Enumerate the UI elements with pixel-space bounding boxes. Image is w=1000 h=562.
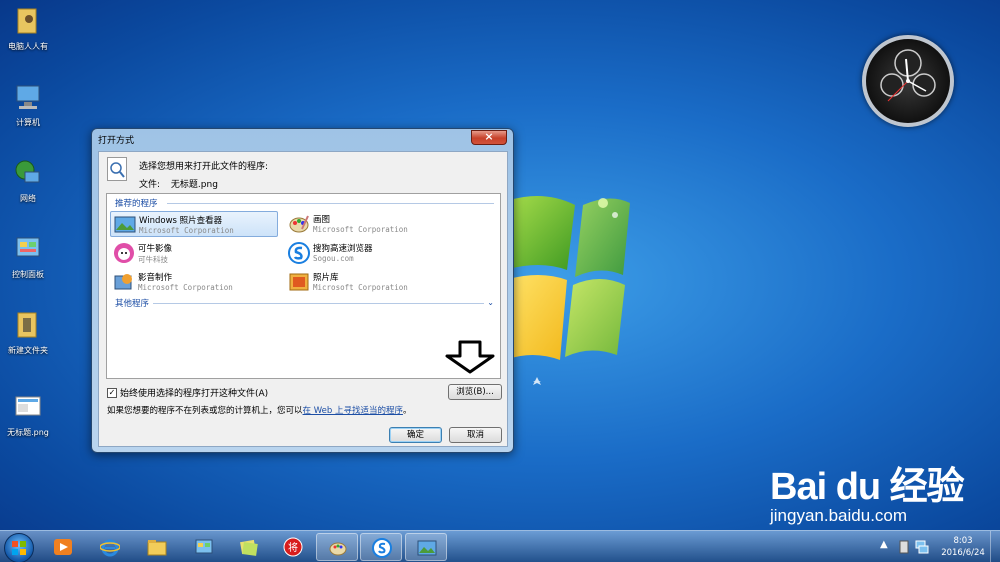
taskbar-paint[interactable] [316, 533, 358, 561]
taskbar-photo-viewer[interactable] [405, 533, 447, 561]
keniu-icon [114, 243, 134, 263]
clock-face-icon [880, 49, 936, 102]
program-photo-gallery[interactable]: 照片库 Microsoft Corporation [285, 269, 453, 295]
desktop-icon-computer[interactable]: 计算机 [2, 82, 54, 128]
file-name-row: 文件: 无标题.png [139, 177, 218, 190]
file-name: 无标题.png [170, 180, 218, 190]
windows-flag-icon [12, 541, 26, 555]
sogou-icon [288, 242, 310, 264]
folder-icon [147, 540, 167, 556]
folder-icon [17, 312, 37, 338]
chevron-down-icon[interactable]: ⌄ [487, 298, 494, 307]
desktop-icon-new-folder[interactable]: 新建文件夹 [2, 310, 54, 356]
taskbar-sogou-browser[interactable] [360, 533, 402, 561]
start-button[interactable] [4, 533, 34, 562]
taskbar-internet-explorer[interactable] [89, 533, 131, 561]
cancel-button[interactable]: 取消 [449, 427, 502, 443]
taskbar-chess-app[interactable]: 将 [272, 533, 314, 561]
control-panel-icon [16, 237, 40, 257]
clock-gadget[interactable] [862, 35, 954, 127]
clock-time: 8:03 [953, 536, 973, 546]
dialog-body: 选择您想用来打开此文件的程序: 文件: 无标题.png 推荐的程序 Window… [98, 151, 508, 447]
paint-icon [329, 542, 347, 556]
always-use-label: 始终使用选择的程序打开这种文件(A) [120, 389, 269, 399]
clock-date: 2016/6/24 [941, 548, 985, 558]
ok-button[interactable]: 确定 [389, 427, 442, 443]
taskbar-control-panel[interactable] [183, 533, 225, 561]
photo-viewer-icon [114, 216, 136, 233]
group-divider [167, 203, 494, 204]
program-movie-maker[interactable]: 影音制作 Microsoft Corporation [110, 269, 278, 295]
always-use-row[interactable]: ✓ 始终使用选择的程序打开这种文件(A) [107, 386, 268, 399]
computer-icon [16, 85, 40, 109]
movie-maker-icon [114, 274, 132, 290]
other-programs-label[interactable]: 其他程序 [115, 297, 149, 309]
photo-viewer-icon [417, 540, 437, 556]
usb-device-icon[interactable] [898, 540, 910, 554]
sogou-icon [372, 538, 392, 558]
program-list: 推荐的程序 Windows 照片查看器 Microsoft Corporatio… [106, 193, 501, 379]
info-text-row: 如果您想要的程序不在列表或您的计算机上，您可以在 Web 上寻找适当的程序。 [107, 406, 412, 416]
taskbar-media-player[interactable] [42, 533, 84, 561]
program-sogou-browser[interactable]: 搜狗高速浏览器 Sogou.com [285, 240, 453, 266]
taskbar: 将 ▲ 8:03 2016/6/24 [0, 530, 1000, 562]
program-keniu-image[interactable]: 可牛影像 可牛科技 [110, 240, 278, 266]
taskbar-explorer[interactable] [136, 533, 178, 561]
program-windows-photo-viewer[interactable]: Windows 照片查看器 Microsoft Corporation [110, 211, 278, 237]
group-divider [153, 303, 484, 304]
image-file-icon [15, 396, 41, 416]
svg-text:将: 将 [288, 542, 298, 554]
show-desktop-button[interactable] [990, 531, 1000, 562]
control-panel-icon [195, 539, 213, 554]
ie-icon [100, 539, 120, 557]
program-paint[interactable]: 画图 Microsoft Corporation [285, 211, 453, 237]
desktop-icon-png-file[interactable]: 无标题.png [2, 392, 54, 438]
photo-gallery-icon [289, 273, 309, 291]
desktop-icon-control-panel[interactable]: 控制面板 [2, 234, 54, 280]
recommended-programs-label: 推荐的程序 [115, 199, 158, 209]
browse-button[interactable]: 浏览(B)... [448, 384, 502, 400]
file-label: 文件: [139, 180, 161, 190]
chinese-chess-icon: 将 [283, 537, 303, 557]
always-use-checkbox[interactable]: ✓ [107, 387, 117, 398]
arrow-down-icon [445, 340, 495, 374]
baidu-jingyan-watermark: Bai du 经验 jingyan.baidu.com [770, 455, 965, 526]
open-with-dialog: 打开方式 × 选择您想用来打开此文件的程序: 文件: 无标题.png 推荐的程序… [91, 128, 514, 453]
paint-icon [289, 215, 309, 233]
folder-icon [17, 8, 37, 34]
taskbar-app-notes[interactable] [228, 533, 270, 561]
find-on-web-link[interactable]: 在 Web 上寻找适当的程序 [303, 406, 403, 416]
sticky-notes-icon [240, 539, 258, 556]
show-hidden-icons-button[interactable]: ▲ [880, 539, 888, 550]
desktop-icon-user-folder[interactable]: 电脑人人有 [2, 6, 54, 52]
taskbar-clock[interactable]: 8:03 2016/6/24 [938, 535, 988, 559]
windows-logo-wallpaper [505, 196, 630, 385]
dialog-title: 打开方式 [98, 136, 135, 146]
close-button[interactable]: × [471, 130, 507, 145]
network-icon [15, 160, 40, 183]
media-player-icon [54, 539, 72, 555]
desktop-icon-network[interactable]: 网络 [2, 158, 54, 204]
file-search-icon [107, 157, 127, 181]
dialog-prompt: 选择您想用来打开此文件的程序: [139, 162, 269, 172]
network-status-icon[interactable] [915, 540, 929, 554]
baidu-logo: Bai du 经验 [770, 466, 965, 508]
